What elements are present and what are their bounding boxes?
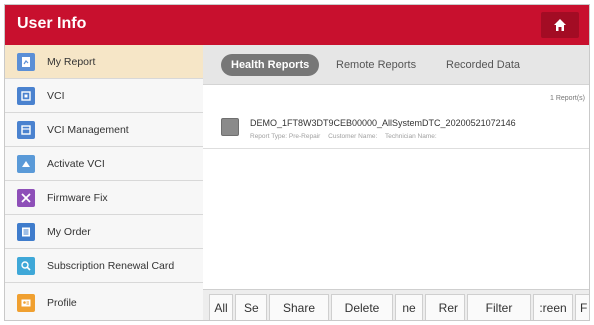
tab-remote-reports[interactable]: Remote Reports — [336, 54, 416, 76]
bottom-toolbar: All Se Share Delete ne Rer Filter :reen … — [203, 289, 589, 320]
reremote-button[interactable]: Rer — [425, 294, 465, 320]
report-meta: Report Type: Pre-Repair Customer Name: T… — [250, 133, 443, 140]
customer-name: Customer Name: — [328, 133, 378, 140]
main-panel: Health Reports Remote Reports Recorded D… — [203, 45, 589, 320]
sidebar-item-label: VCI — [47, 89, 65, 102]
vci-icon — [17, 86, 35, 105]
vci-management-icon — [17, 120, 35, 139]
select-all-button[interactable]: All — [209, 294, 233, 320]
home-icon — [554, 19, 566, 31]
order-icon — [17, 222, 35, 241]
app-window: User Info My Report VCI VCI Management A… — [4, 4, 590, 321]
more-button[interactable]: F — [575, 294, 589, 320]
sidebar-item-firmware-fix[interactable]: Firmware Fix — [5, 181, 203, 215]
report-name: DEMO_1FT8W3DT9CEB00000_AllSystemDTC_2020… — [250, 118, 516, 128]
tab-health-reports[interactable]: Health Reports — [221, 54, 320, 76]
select-button[interactable]: Se — [235, 294, 267, 320]
subscription-card-icon — [17, 256, 35, 275]
sidebar-item-activate-vci[interactable]: Activate VCI — [5, 147, 203, 181]
sidebar-item-label: Activate VCI — [47, 157, 105, 170]
sidebar-item-label: Firmware Fix — [47, 191, 108, 204]
page-title: User Info — [17, 15, 87, 32]
sidebar-item-vci-management[interactable]: VCI Management — [5, 113, 203, 147]
delete-button[interactable]: Delete — [331, 294, 393, 320]
report-icon — [17, 52, 35, 71]
filter-button[interactable]: Filter — [467, 294, 531, 320]
sidebar-item-label: VCI Management — [47, 123, 129, 136]
report-count: 1 Report(s) — [549, 95, 585, 102]
report-type: Report Type: Pre-Repair — [250, 133, 321, 140]
sidebar-item-label: Profile — [47, 296, 77, 309]
technician-name: Technician Name: — [384, 133, 437, 140]
sidebar-item-my-order[interactable]: My Order — [5, 215, 203, 249]
sidebar-item-subscription-renewal-card[interactable]: Subscription Renewal Card — [5, 249, 203, 283]
sidebar-item-label: My Report — [47, 55, 96, 68]
header-bar: User Info — [5, 5, 589, 45]
report-checkbox[interactable] — [221, 118, 239, 136]
sidebar-item-my-report[interactable]: My Report — [5, 45, 203, 79]
sidebar: My Report VCI VCI Management Activate VC… — [5, 45, 203, 320]
profile-icon — [17, 293, 35, 312]
sidebar-item-profile[interactable]: Profile — [5, 283, 203, 320]
sidebar-item-label: My Order — [47, 225, 91, 238]
tab-recorded-data[interactable]: Recorded Data — [446, 54, 520, 76]
firmware-fix-icon — [17, 188, 35, 207]
activate-vci-icon — [17, 154, 35, 173]
sidebar-item-vci[interactable]: VCI — [5, 79, 203, 113]
report-list-item[interactable]: DEMO_1FT8W3DT9CEB00000_AllSystemDTC_2020… — [203, 107, 589, 149]
screen-button[interactable]: :reen — [533, 294, 573, 320]
share-button[interactable]: Share — [269, 294, 329, 320]
home-button[interactable] — [541, 12, 579, 38]
sidebar-item-label: Subscription Renewal Card — [47, 259, 175, 272]
tab-bar: Health Reports Remote Reports Recorded D… — [203, 45, 589, 85]
rename-button[interactable]: ne — [395, 294, 423, 320]
